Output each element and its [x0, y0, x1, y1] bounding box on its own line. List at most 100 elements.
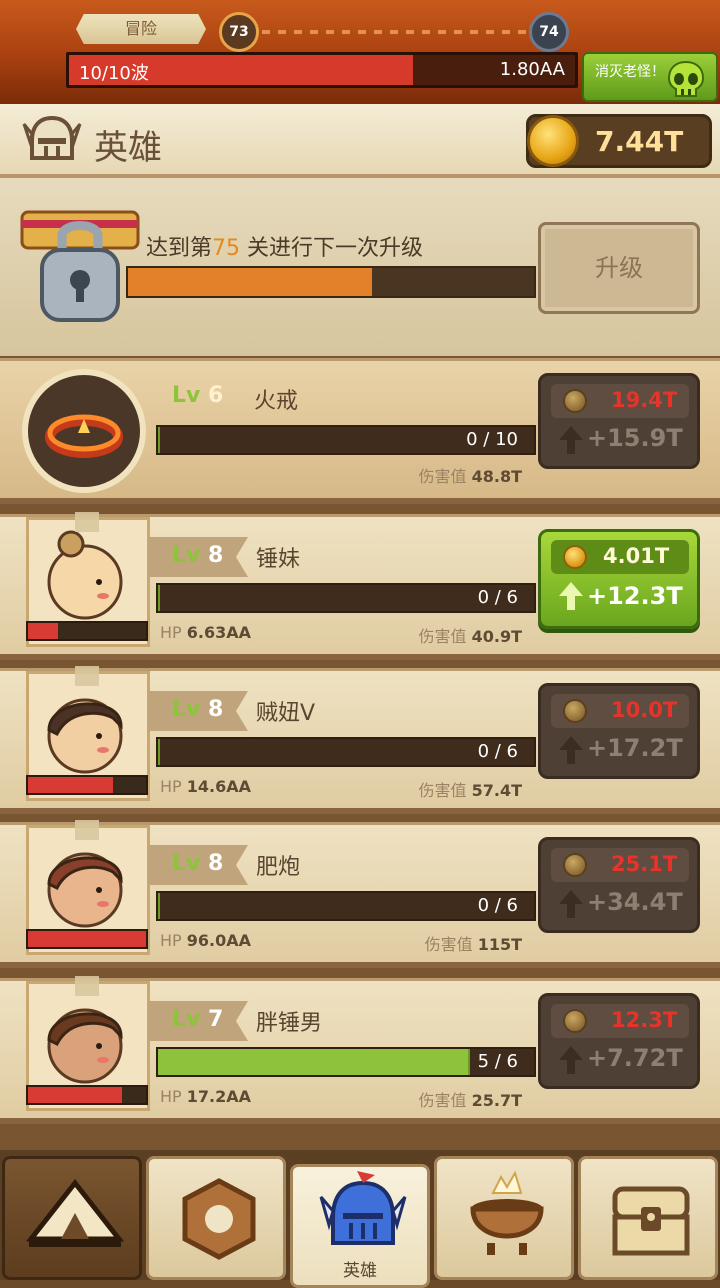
- nav-tab-hero-label: 英雄: [343, 1261, 377, 1281]
- hero-hp-strip: [26, 621, 148, 641]
- upgrade-progress-fill: [128, 268, 372, 296]
- hero-hp-stat: HP 96.0AA: [160, 931, 252, 950]
- fight-boss-label: 消灭老怪！: [595, 64, 665, 80]
- bottom-nav: 英雄: [0, 1150, 720, 1288]
- coin-icon: [563, 545, 587, 569]
- tape: [75, 820, 99, 840]
- hero-list[interactable]: 达到第75 关进行下一次升级 升级 Lv 6 火戒 0 / 10 伤害值 48.…: [0, 178, 720, 1150]
- level-up-cost-row: 12.3T: [551, 1004, 689, 1038]
- hero-hp-stat: HP 14.6AA: [160, 777, 252, 796]
- level-up-button[interactable]: 25.1T +34.4T: [538, 837, 700, 933]
- hero-damage-stat: 伤害值 40.9T: [418, 627, 523, 646]
- hero-level-progress-fill: [158, 585, 160, 611]
- hero-level-progress-count: 0 / 10: [466, 429, 518, 450]
- level-up-cost: 19.4T: [611, 388, 678, 412]
- arrow-up-icon: [559, 1046, 583, 1074]
- level-up-gain: +12.3T: [587, 582, 683, 610]
- nav-tab-hero[interactable]: 英雄: [290, 1164, 430, 1288]
- hero-name: 锤妹: [256, 547, 301, 572]
- nav-tab-chest[interactable]: [578, 1156, 718, 1280]
- level-up-cost: 10.0T: [611, 698, 678, 722]
- next-stage-node: 74: [529, 12, 569, 52]
- cauldron-icon: [470, 1170, 544, 1255]
- gold-coin-icon: [527, 115, 579, 167]
- hero-level: Lv 8: [172, 851, 224, 876]
- hero-name: 火戒: [254, 389, 299, 414]
- hero-card: Lv 8 锤妹 0 / 6 HP 6.63AA 伤害值 40.9T 4.01T …: [0, 512, 720, 660]
- hero-hp-strip-fill: [28, 623, 58, 639]
- skill-icon: [182, 1178, 256, 1260]
- level-up-button[interactable]: 4.01T +12.3T: [538, 529, 700, 629]
- page-header: 英雄 7.44T: [0, 104, 720, 178]
- hero-hp-stat: HP 17.2AA: [160, 1087, 252, 1106]
- tape: [75, 976, 99, 996]
- level-up-button[interactable]: 12.3T +7.72T: [538, 993, 700, 1089]
- adventure-tab[interactable]: 冒险: [76, 14, 206, 44]
- hero-level-progress-fill: [158, 893, 160, 919]
- wave-label: 10/10波: [79, 63, 149, 84]
- hero-name: 贼妞V: [256, 701, 316, 726]
- page-title: 英雄: [94, 128, 162, 168]
- level-up-cost-row: 10.0T: [551, 694, 689, 728]
- chest-icon: [612, 1186, 690, 1256]
- hero-damage-stat: 伤害值 57.4T: [418, 781, 523, 800]
- arrow-up-icon: [559, 736, 583, 764]
- hero-level-progress-bar: 0 / 6: [156, 891, 536, 921]
- hero-helmet-nav-icon: [319, 1171, 407, 1245]
- coin-icon: [563, 853, 587, 877]
- hero-hp-strip-fill: [28, 1087, 123, 1103]
- level-up-gain: +17.2T: [587, 734, 683, 762]
- current-stage-node: 73: [219, 12, 259, 52]
- level-up-gain: +15.9T: [587, 424, 683, 452]
- fire-ring-icon: [22, 369, 146, 493]
- lock-icon: [20, 210, 140, 322]
- enemy-hp: 1.80AA: [499, 59, 565, 80]
- upgrade-requirement: 达到第75 关进行下一次升级: [146, 236, 424, 261]
- tape: [75, 512, 99, 532]
- nav-tab-skills[interactable]: [146, 1156, 286, 1280]
- hero-hp-strip-fill: [28, 931, 146, 947]
- arrow-up-icon: [559, 582, 583, 610]
- hero-level: Lv 8: [172, 543, 224, 568]
- hero-hp-strip-fill: [28, 777, 113, 793]
- hero-hp-strip: [26, 1085, 148, 1105]
- level-up-gain: +34.4T: [587, 888, 683, 916]
- coin-icon: [563, 1009, 587, 1033]
- fight-boss-button[interactable]: 消灭老怪！: [582, 52, 718, 102]
- wave-progress-bar: 10/10波 1.80AA: [66, 52, 578, 88]
- hero-level-progress-bar: 5 / 6: [156, 1047, 536, 1077]
- hero-level-progress-fill: [158, 1049, 471, 1075]
- hero-name: 胖锤男: [256, 1011, 323, 1036]
- required-level: 75: [212, 236, 241, 261]
- level-up-cost: 25.1T: [611, 852, 678, 876]
- hero-level-progress-bar: 0 / 6: [156, 583, 536, 613]
- coin-icon: [563, 699, 587, 723]
- hero-damage-stat: 伤害值 115T: [424, 935, 522, 954]
- upgrade-progress-bar: [126, 266, 536, 298]
- hero-name: 肥炮: [256, 855, 301, 880]
- hero-hp-stat: HP 6.63AA: [160, 623, 252, 642]
- hero-card: Lv 8 贼妞V 0 / 6 HP 14.6AA 伤害值 57.4T 10.0T…: [0, 666, 720, 814]
- level-up-cost: 12.3T: [611, 1008, 678, 1032]
- hero-level-progress-count: 0 / 6: [477, 895, 518, 916]
- hero-hp-strip: [26, 775, 148, 795]
- hero-damage-stat: 伤害值 25.7T: [418, 1091, 523, 1110]
- level-up-cost-row: 19.4T: [551, 384, 689, 418]
- hero-level: Lv 6: [172, 383, 224, 408]
- stage-path: [262, 30, 526, 34]
- coin-icon: [563, 389, 587, 413]
- gold-counter: 7.44T: [526, 114, 712, 168]
- hero-level-progress-count: 0 / 6: [477, 741, 518, 762]
- nav-tab-cauldron[interactable]: [434, 1156, 574, 1280]
- tape: [75, 666, 99, 686]
- hero-level: Lv 8: [172, 697, 224, 722]
- level-up-button[interactable]: 10.0T +17.2T: [538, 683, 700, 779]
- battle-bar: 冒险 73 74 10/10波 1.80AA 消灭老怪！: [0, 0, 720, 104]
- level-up-button[interactable]: 19.4T +15.9T: [538, 373, 700, 469]
- hero-level-progress-count: 0 / 6: [477, 587, 518, 608]
- level-up-cost-row: 25.1T: [551, 848, 689, 882]
- level-up-cost-row: 4.01T: [551, 540, 689, 574]
- nav-tab-camp[interactable]: [2, 1156, 142, 1280]
- upgrade-button[interactable]: 升级: [538, 222, 700, 314]
- hero-level-progress-bar: 0 / 6: [156, 737, 536, 767]
